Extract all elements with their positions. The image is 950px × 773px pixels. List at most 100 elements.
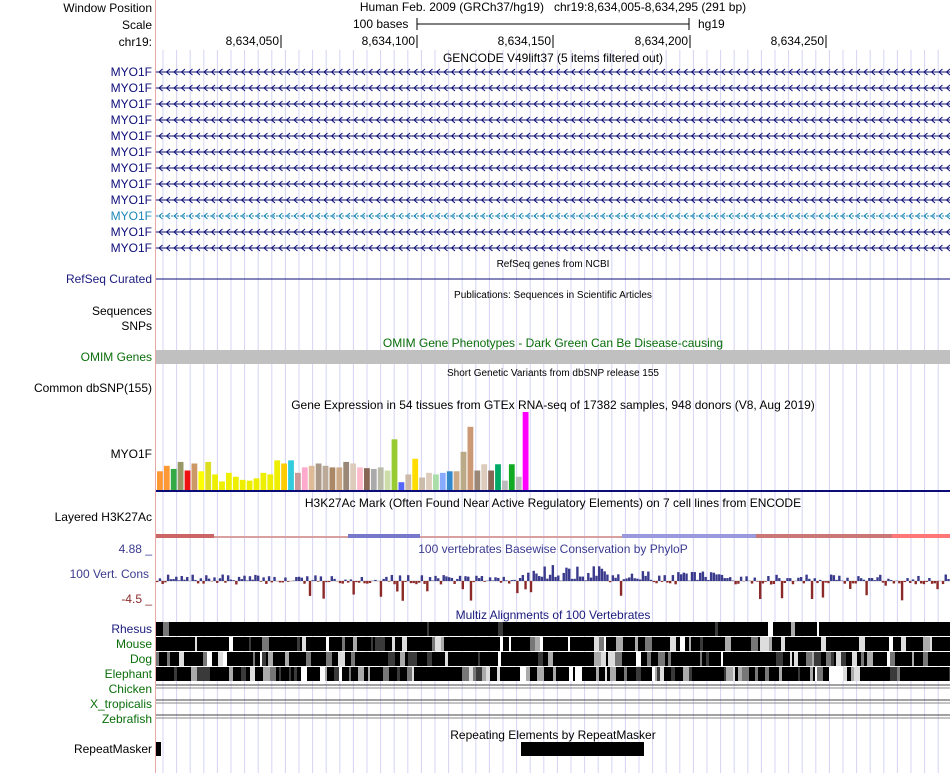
cons-bar (663, 575, 666, 581)
cons-bar (808, 578, 811, 581)
multiz-block (633, 622, 635, 636)
refseq-title: RefSeq genes from NCBI (496, 259, 610, 270)
gencode-gene-label[interactable]: MYO1F (111, 209, 152, 223)
multiz-species-label[interactable]: Rhesus (111, 622, 152, 636)
gtex-tissue-bar (453, 471, 460, 490)
h3k27ac-label[interactable]: Layered H3K27Ac (55, 510, 152, 524)
multiz-block (159, 622, 161, 636)
gtex-tissue-bar (315, 463, 322, 490)
cons-bar (248, 576, 252, 581)
omim-label[interactable]: OMIM Genes (81, 350, 152, 364)
multiz-block (697, 637, 700, 651)
multiz-species-label[interactable]: Dog (130, 652, 152, 666)
multiz-block (702, 652, 706, 666)
multiz-block (281, 637, 284, 651)
multiz-block (270, 667, 276, 681)
multiz-block (734, 652, 740, 666)
multiz-block (859, 622, 863, 636)
cons-bar (172, 579, 175, 581)
cons-label[interactable]: 100 Vert. Cons (70, 567, 149, 581)
multiz-block (432, 637, 435, 651)
multiz-species-label[interactable]: Mouse (116, 637, 152, 651)
cons-bar (205, 575, 208, 581)
multiz-block (414, 652, 417, 666)
cons-bar (936, 581, 939, 590)
multiz-block (731, 637, 737, 651)
multiz-block (263, 667, 268, 681)
gencode-gene-label[interactable]: MYO1F (111, 65, 152, 79)
multiz-species-label[interactable]: Chicken (109, 682, 152, 696)
gtex-tissue-bar (377, 467, 384, 490)
cons-bar (810, 581, 814, 599)
multiz-block (569, 667, 573, 681)
multiz-block (205, 637, 211, 651)
multiz-species-label[interactable]: X_tropicalis (90, 697, 152, 711)
track-area[interactable] (156, 0, 950, 773)
gtex-gene-label[interactable]: MYO1F (111, 447, 152, 461)
gtex-tissue-bar (419, 477, 425, 490)
cons-bar (925, 581, 928, 582)
multiz-block (768, 622, 773, 636)
gencode-gene-label[interactable]: MYO1F (111, 81, 152, 95)
multiz-block (491, 622, 496, 636)
multiz-block (785, 637, 787, 651)
gencode-gene-label[interactable]: MYO1F (111, 113, 152, 127)
rmsk-label[interactable]: RepeatMasker (74, 742, 152, 756)
multiz-block (755, 652, 762, 666)
multiz-block (444, 637, 447, 651)
multiz-block (738, 622, 740, 636)
multiz-block (575, 667, 582, 681)
multiz-block (725, 637, 731, 651)
multiz-block (936, 637, 942, 651)
multiz-block (583, 652, 587, 666)
cons-bar (524, 581, 527, 590)
multiz-block (525, 637, 530, 651)
gencode-gene-label[interactable]: MYO1F (111, 145, 152, 159)
cons-bar (360, 577, 364, 581)
cons-bar (537, 576, 541, 581)
ruler-tick-label: 8,634,200 (634, 34, 688, 48)
cons-bar (349, 579, 353, 581)
multiz-block (224, 667, 229, 681)
gencode-gene-label[interactable]: MYO1F (111, 241, 152, 255)
multiz-species-label[interactable]: Zebrafish (102, 712, 152, 726)
multiz-block (473, 652, 478, 666)
multiz-block (248, 622, 250, 636)
cons-bar (278, 581, 282, 583)
multiz-species-label[interactable]: Elephant (105, 667, 152, 681)
cons-bar (505, 580, 508, 581)
multiz-block (922, 622, 925, 636)
gencode-gene-label[interactable]: MYO1F (111, 97, 152, 111)
multiz-block (613, 637, 616, 651)
gencode-gene-label[interactable]: MYO1F (111, 193, 152, 207)
multiz-block (544, 667, 546, 681)
snps-label[interactable]: SNPs (121, 319, 152, 333)
rmsk-title: Repeating Elements by RepeatMasker (450, 728, 656, 742)
refseq-label[interactable]: RefSeq Curated (66, 272, 152, 286)
multiz-block (630, 637, 635, 651)
sequences-label[interactable]: Sequences (92, 304, 152, 318)
gencode-gene-label[interactable]: MYO1F (111, 225, 152, 239)
multiz-block (572, 622, 576, 636)
cons-bar (775, 574, 778, 581)
cons-bar (780, 581, 784, 599)
dbsnp-label[interactable]: Common dbSNP(155) (34, 381, 152, 395)
multiz-block (389, 667, 392, 681)
gencode-gene-label[interactable]: MYO1F (111, 129, 152, 143)
gtex-tissue-bar (350, 463, 356, 490)
multiz-block (533, 622, 538, 636)
cons-bar (655, 581, 658, 584)
gencode-gene-label[interactable]: MYO1F (111, 177, 152, 191)
multiz-block (765, 667, 769, 681)
gtex-tissue-bar (495, 464, 501, 490)
multiz-block (680, 652, 687, 666)
cons-bar (868, 577, 871, 581)
multiz-block (882, 637, 889, 651)
multiz-block (200, 637, 205, 651)
multiz-block (882, 652, 887, 666)
gencode-gene-label[interactable]: MYO1F (111, 161, 152, 175)
multiz-block (676, 652, 680, 666)
multiz-block (843, 637, 850, 651)
multiz-block (515, 622, 519, 636)
cons-bar (756, 581, 759, 582)
